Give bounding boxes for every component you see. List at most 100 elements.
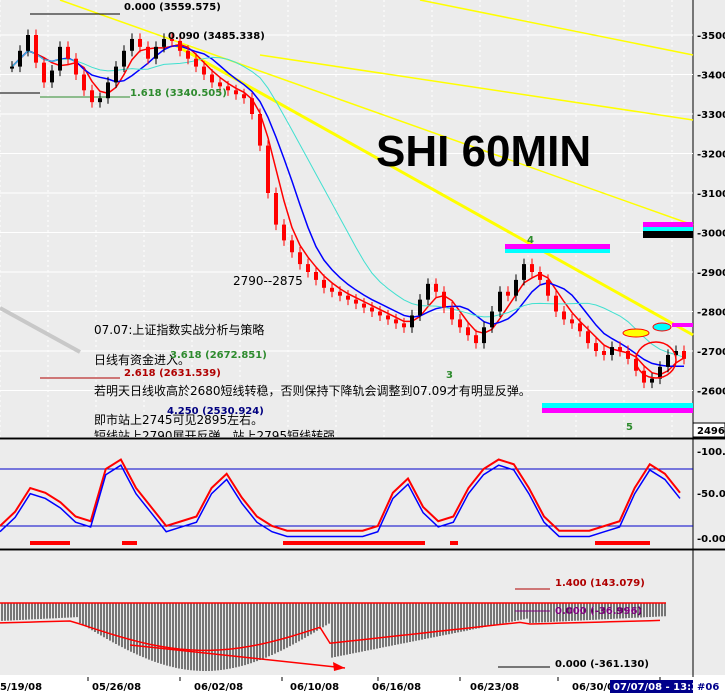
price-tick-label: -3500. bbox=[697, 31, 725, 42]
date-tick-label: 06/02/08 bbox=[194, 682, 243, 693]
price-axis-panel bbox=[693, 0, 725, 437]
price-tick-label: -3000. bbox=[697, 229, 725, 240]
fib-level-3: 3.618 (2672.851) bbox=[170, 350, 267, 361]
candle-body bbox=[34, 35, 38, 63]
stock-chart: SHI 60MIN 2790--2875 07.07:上证指数实战分析与策略 日… bbox=[0, 0, 725, 693]
corner-tag: #06 bbox=[697, 682, 719, 693]
wave-label-4: 4 bbox=[527, 235, 534, 246]
candle-body bbox=[210, 74, 214, 83]
target-zone-top-right bbox=[643, 222, 693, 227]
chart-title: SHI 60MIN bbox=[376, 127, 591, 176]
target-zone-wave4 bbox=[505, 244, 610, 249]
date-tick-label: 06/23/08 bbox=[470, 682, 519, 693]
price-tick-label: -2900. bbox=[697, 268, 725, 279]
candle-body bbox=[538, 272, 542, 280]
stoch-signal-bar bbox=[122, 541, 137, 545]
candle-body bbox=[58, 46, 62, 71]
candle-body bbox=[426, 283, 430, 300]
candle-body bbox=[386, 315, 390, 320]
candle-body bbox=[290, 240, 294, 253]
candle-body bbox=[50, 70, 54, 83]
price-tick-label: -3400. bbox=[697, 71, 725, 82]
candle-body bbox=[682, 351, 686, 359]
candle-body bbox=[618, 347, 622, 351]
current-date-label: 07/07/08 - 13:30 bbox=[613, 682, 705, 693]
candle-body bbox=[202, 66, 206, 75]
candle-body bbox=[370, 307, 374, 312]
target-zone-bottom-magenta bbox=[542, 408, 693, 413]
candle-body bbox=[234, 90, 238, 95]
candle-body bbox=[354, 299, 358, 304]
candle-body bbox=[194, 58, 198, 67]
candle-body bbox=[610, 347, 614, 355]
candle-body bbox=[282, 224, 286, 241]
candle-body bbox=[570, 319, 574, 324]
candle-body bbox=[186, 50, 190, 59]
candle-body bbox=[522, 264, 526, 280]
price-tick-label: -3300. bbox=[697, 110, 725, 121]
note-2: 若明天日线收高於2680短线转稳，否则保持下降轨会调整到07.09才有明显反弹。 bbox=[94, 383, 531, 398]
candle-body bbox=[66, 46, 70, 59]
target-zone-top-right-cyan bbox=[643, 227, 693, 231]
target-zone-bottom bbox=[542, 403, 693, 408]
target-zone-wave4-cyan bbox=[505, 249, 610, 253]
candle-body bbox=[82, 74, 86, 91]
candle-body bbox=[146, 46, 150, 59]
analysis-title: 07.07:上证指数实战分析与策略 bbox=[94, 322, 264, 337]
candle-body bbox=[298, 252, 302, 265]
candle-body bbox=[482, 327, 486, 344]
date-tick-label: 06/30/0 bbox=[572, 682, 614, 693]
stoch-signal-bar bbox=[30, 541, 70, 545]
fib-level-5: 4.250 (2530.924) bbox=[167, 406, 264, 417]
candle-body bbox=[394, 319, 398, 324]
price-tick-label: -2600. bbox=[697, 387, 725, 398]
fib-level-2: 1.618 (3340.505) bbox=[130, 88, 227, 99]
fib-level-1: 0.090 (3485.338) bbox=[168, 31, 265, 42]
candle-body bbox=[274, 193, 278, 225]
candle-body bbox=[306, 264, 310, 272]
candle-body bbox=[18, 50, 22, 67]
stoch-tick-100: -100. bbox=[697, 447, 725, 458]
candle-body bbox=[338, 291, 342, 296]
price-tick-label: -2800. bbox=[697, 308, 725, 319]
last-price-label: 2496. bbox=[697, 426, 725, 437]
candle-body bbox=[178, 40, 182, 51]
target-zone-top-right-dark bbox=[643, 231, 693, 238]
highlight-ellipse-yellow bbox=[622, 328, 650, 338]
stoch-tick-0: -0.00 bbox=[697, 534, 725, 545]
candle-body bbox=[554, 295, 558, 312]
stoch-tick-50: -50.00 bbox=[697, 489, 725, 500]
date-tick-label: 5/19/08 bbox=[0, 682, 42, 693]
fib-level-4: 2.618 (2631.539) bbox=[124, 368, 221, 379]
stoch-signal-bar bbox=[283, 541, 425, 545]
candle-body bbox=[162, 38, 166, 47]
candle-body bbox=[130, 38, 134, 51]
candle-body bbox=[562, 311, 566, 320]
candle-body bbox=[362, 303, 366, 308]
candle-body bbox=[530, 264, 534, 272]
price-tick-label: -3200. bbox=[697, 150, 725, 161]
date-tick-label: 06/16/08 bbox=[372, 682, 421, 693]
candle-body bbox=[250, 98, 254, 114]
date-tick-label: 05/26/08 bbox=[92, 682, 141, 693]
candle-body bbox=[402, 323, 406, 328]
wave-label-5: 5 bbox=[626, 422, 633, 433]
macd-level-3: 0.000 (-361.130) bbox=[555, 659, 649, 670]
price-tick-label: -3100. bbox=[697, 189, 725, 200]
candle-body bbox=[578, 323, 582, 332]
candle-body bbox=[442, 291, 446, 308]
macd-level-2: 0.000 (-36.996) bbox=[555, 606, 642, 617]
candle-body bbox=[458, 319, 462, 328]
candle-body bbox=[154, 46, 158, 59]
candle-body bbox=[138, 38, 142, 47]
candle-body bbox=[594, 343, 598, 351]
candle-body bbox=[378, 311, 382, 316]
price-panel bbox=[0, 0, 693, 437]
candle-body bbox=[42, 62, 46, 83]
candle-body bbox=[122, 50, 126, 67]
candle-body bbox=[650, 378, 654, 383]
candle-body bbox=[546, 279, 550, 296]
candle-body bbox=[418, 299, 422, 316]
candle-body bbox=[266, 145, 270, 193]
candle-body bbox=[98, 98, 102, 103]
